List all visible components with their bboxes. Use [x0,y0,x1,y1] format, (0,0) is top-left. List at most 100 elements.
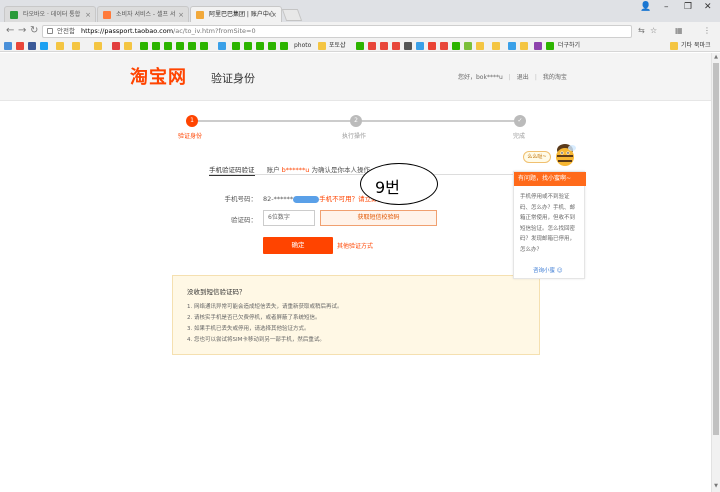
bookmark-icon[interactable] [534,42,542,50]
naver-icon[interactable] [256,42,264,50]
naver-icon[interactable] [140,42,148,50]
bookmark-icon[interactable] [546,42,554,50]
assistant-body: 手机停用或不到验证码、怎么办？手机、邮箱正常使用，但收不到短信验证。怎么找回密码… [520,194,576,253]
help-box: 没收到短信验证码？ 1. 网络通讯异常可能会造成短信丢失，请重新获取或稍后再试。… [172,275,540,355]
code-label: 验证码： [231,216,257,224]
bookmark-icon[interactable] [16,42,24,50]
maximize-button[interactable]: ❐ [684,0,692,14]
browser-tab-strip: 타오바오 · 데이터 통합 × 소비자 서비스 - 셀프 서 × 阿里巴巴集团 … [0,0,720,22]
bookmark-icon[interactable] [368,42,376,50]
user-links: 您好，bok****u | 退出 | 我的淘宝 [458,74,567,81]
naver-icon[interactable] [232,42,240,50]
browser-tab-2[interactable]: 소비자 서비스 - 셀프 서 × [97,6,189,22]
naver-icon[interactable] [188,42,196,50]
code-input[interactable]: 6位数字 [263,210,315,226]
naver-icon[interactable] [268,42,276,50]
folder-icon[interactable] [670,42,678,50]
bookmark-more[interactable]: 더구하기 [558,41,580,50]
site-header: 淘宝网 验证身份 您好，bok****u | 退出 | 我的淘宝 [0,53,711,101]
folder-icon[interactable] [492,42,500,50]
scroll-up-icon[interactable]: ▲ [713,54,719,60]
bee-mascot-icon[interactable] [552,142,578,172]
step-line [192,120,350,122]
bookmark-icon[interactable] [392,42,400,50]
account-notice: 账户 b******u 为确认是你本人操作 [267,166,370,174]
naver-icon[interactable] [164,42,172,50]
url-path: /ac/to_iv.htm?fromSite=0 [173,27,256,35]
browser-toolbar: ← → ↻ 안전함 https://passport.taobao.com/ac… [0,22,720,40]
close-tab-icon[interactable]: × [178,7,184,22]
lock-icon [47,28,53,34]
bookmark-icon[interactable] [218,42,226,50]
page-scrollbar[interactable]: ▲ ▼ [711,53,720,492]
forward-arrow-icon[interactable]: → [18,25,26,37]
bookmark-icon[interactable] [112,42,120,50]
page-content: 淘宝网 验证身份 您好，bok****u | 退出 | 我的淘宝 1 2 ✓ 验证身份 … [0,53,711,492]
minimize-button[interactable]: – [664,0,669,14]
naver-icon[interactable] [200,42,208,50]
redacted-mark [293,195,320,203]
naver-icon[interactable] [176,42,184,50]
naver-icon[interactable] [244,42,252,50]
tab-sms-verify[interactable]: 手机验证码验证 [209,166,255,176]
account-suffix: 为确认是你本人操作 [311,166,370,174]
bookmark-photo[interactable]: photo [294,41,311,50]
star-icon[interactable]: ☆ [650,25,657,37]
url-host: https://passport.taobao.com [81,27,174,35]
bookmark-icon[interactable] [404,42,412,50]
folder-icon[interactable] [94,42,102,50]
folder-icon[interactable] [520,42,528,50]
step-3-check-icon: ✓ [514,115,526,127]
google-icon[interactable] [428,42,436,50]
apps-icon[interactable] [4,42,12,50]
address-bar[interactable]: 안전함 https://passport.taobao.com/ac/to_iv… [42,25,632,38]
bookmark-photoshop[interactable]: 포토샵 [329,41,346,50]
bookmark-icon[interactable] [28,42,36,50]
bookmark-icon[interactable] [440,42,448,50]
other-method-link[interactable]: 其他验证方式 [337,241,373,250]
confirm-button[interactable]: 确定 [263,237,333,254]
my-taobao-link[interactable]: 我的淘宝 [543,74,567,81]
step-1-label: 验证身份 [178,133,203,140]
bookmark-icon[interactable] [508,42,516,50]
get-sms-code-button[interactable]: 获取短信校验码 [320,210,437,226]
progress-steps: 1 2 ✓ 验证身份 执行操作 完成 [178,115,530,145]
folder-icon[interactable] [72,42,80,50]
reload-icon[interactable]: ↻ [30,25,38,37]
folder-icon[interactable] [124,42,132,50]
new-tab-button[interactable] [281,9,303,21]
bookmark-icon[interactable] [380,42,388,50]
taobao-favicon-icon [10,11,18,19]
taobao-logo[interactable]: 淘宝网 [130,63,187,89]
scroll-down-icon[interactable]: ▼ [713,483,719,489]
bookmark-icon[interactable] [40,42,48,50]
close-tab-icon[interactable]: × [271,7,277,22]
profile-icon[interactable]: 👤 [640,0,651,14]
extension-icon[interactable]: ▦ [675,25,683,37]
menu-icon[interactable]: ⋮ [703,25,711,37]
naver-icon[interactable] [356,42,364,50]
folder-icon[interactable] [318,42,326,50]
bookmark-icon[interactable] [416,42,424,50]
alibaba-favicon-icon [196,11,204,19]
android-icon[interactable] [464,42,472,50]
step-1-dot: 1 [186,115,198,127]
folder-icon[interactable] [56,42,64,50]
translate-icon[interactable]: ⇆ [638,25,645,37]
help-item: 4. 您也可以尝试将SIM卡移动到另一部手机，然后重试。 [187,337,325,343]
assistant-header[interactable]: 有问题，找小蜜啊~ [514,172,586,186]
close-tab-icon[interactable]: × [85,7,91,22]
browser-tab-3[interactable]: 阿里巴巴集团 | 账户中心 × [190,6,282,22]
naver-icon[interactable] [280,42,288,50]
close-window-button[interactable]: ✕ [704,0,712,14]
folder-icon[interactable] [476,42,484,50]
other-bookmarks[interactable]: 기타 북마크 [681,41,711,50]
naver-icon[interactable] [152,42,160,50]
scroll-thumb[interactable] [713,63,719,435]
bookmark-icon[interactable] [452,42,460,50]
browser-tab-1[interactable]: 타오바오 · 데이터 통합 × [4,6,96,22]
logout-link[interactable]: 退出 [517,74,529,81]
back-arrow-icon[interactable]: ← [6,25,14,37]
annotation-text: 9번 [375,178,400,197]
ask-assistant-link[interactable]: 咨询小蜜 ☺ [533,266,562,274]
